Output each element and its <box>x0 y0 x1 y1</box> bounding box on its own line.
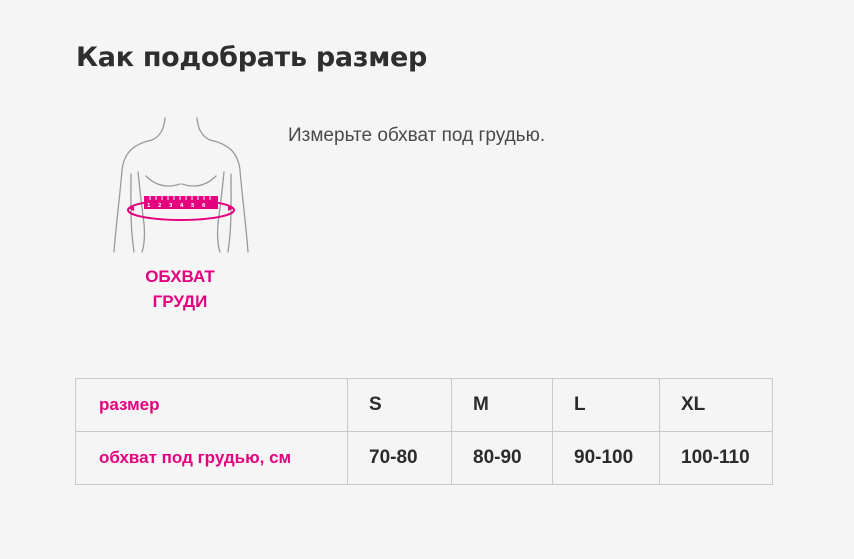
table-cell: S <box>347 378 452 432</box>
table-cell: XL <box>659 378 773 432</box>
table-row: размер S M L XL <box>75 378 773 432</box>
table-cell: 90-100 <box>552 431 660 485</box>
illustration-label-line1: ОБХВАТ <box>145 267 215 286</box>
table-row: обхват под грудью, см 70-80 80-90 90-100… <box>75 431 773 485</box>
instruction-text: Измерьте обхват под грудью. <box>288 125 546 146</box>
torso-outline-icon: 1 2 3 4 5 6 <box>113 117 249 253</box>
table-cell: 100-110 <box>659 431 773 485</box>
measurement-illustration: 1 2 3 4 5 6 ОБХВАТ ГРУДИ <box>104 112 256 322</box>
illustration-label: ОБХВАТ ГРУДИ <box>104 264 256 314</box>
table-cell: M <box>451 378 553 432</box>
row-header: размер <box>75 378 348 432</box>
page-title: Как подобрать размер <box>76 42 428 73</box>
svg-text:2: 2 <box>158 203 162 209</box>
svg-text:5: 5 <box>191 203 195 209</box>
svg-text:4: 4 <box>180 203 184 209</box>
svg-text:6: 6 <box>202 203 206 209</box>
illustration-label-line2: ГРУДИ <box>152 292 208 311</box>
svg-text:1: 1 <box>147 203 151 209</box>
table-cell: 80-90 <box>451 431 553 485</box>
svg-text:3: 3 <box>169 203 173 209</box>
table-cell: L <box>552 378 660 432</box>
table-cell: 70-80 <box>347 431 452 485</box>
size-table: размер S M L XL обхват под грудью, см 70… <box>75 378 773 485</box>
row-header: обхват под грудью, см <box>75 431 348 485</box>
